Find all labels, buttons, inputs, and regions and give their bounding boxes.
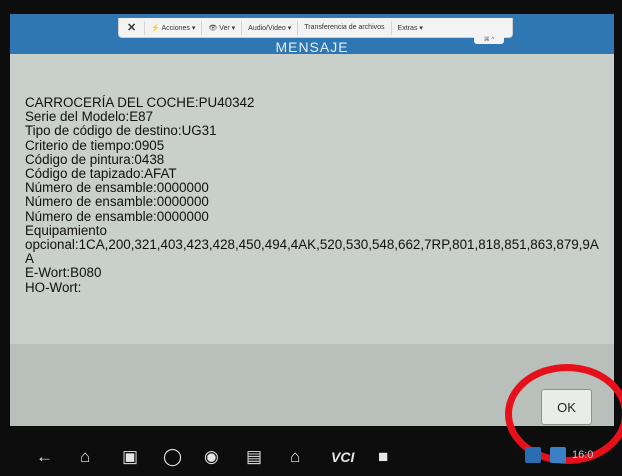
message-line: opcional:1CA,200,321,403,423,428,450,494… <box>25 237 599 267</box>
message-line: HO-Wort: <box>25 279 82 295</box>
toolbar-collapse-button[interactable]: ⌘ ^ <box>474 36 504 44</box>
home-icon[interactable]: ⌂ <box>80 447 90 467</box>
message-line: Criterio de tiempo:0905 <box>25 137 165 153</box>
clock: 16:0 <box>572 449 594 461</box>
message-line: Tipo de código de destino:UG31 <box>25 123 217 139</box>
chrome-icon[interactable]: ◯ <box>163 447 182 467</box>
screen-capture-icon[interactable]: ▤ <box>246 447 262 467</box>
message-line: E-Wort:B080 <box>25 265 102 281</box>
app-screen: MENSAJE CARROCERÍA DEL COCHE:PU40342 Ser… <box>10 14 614 426</box>
ver-menu[interactable]: 👁 Ver ▾ <box>202 20 243 35</box>
car-icon[interactable]: ■ <box>378 447 388 467</box>
camera-icon[interactable]: ◉ <box>204 447 219 467</box>
message-line: Número de ensamble:0000000 <box>25 194 209 210</box>
audio-video-menu[interactable]: Audio/Video ▾ <box>242 20 299 35</box>
extras-menu[interactable]: Extras ▾ <box>392 21 429 35</box>
dialog-button-bar <box>10 344 614 426</box>
message-lines: CARROCERÍA DEL COCHE:PU40342 Serie del M… <box>25 95 600 295</box>
message-line: Equipamiento <box>25 222 107 238</box>
message-line: Número de ensamble:0000000 <box>25 180 209 196</box>
message-line: Número de ensamble:0000000 <box>25 208 209 224</box>
message-line: Código de tapizado:AFAT <box>25 166 177 182</box>
message-content: CARROCERÍA DEL COCHE:PU40342 Serie del M… <box>10 54 614 344</box>
recent-apps-icon[interactable]: ▣ <box>122 447 138 467</box>
dialog-title: MENSAJE <box>275 39 349 55</box>
close-button[interactable]: ✕ <box>119 20 146 35</box>
garage-icon[interactable]: ⌂ <box>290 447 300 467</box>
vci-icon[interactable]: VCI <box>331 447 354 467</box>
ok-button[interactable]: OK <box>541 389 592 425</box>
back-arrow-icon[interactable]: ← <box>36 447 53 467</box>
file-transfer-button[interactable]: Transferencia de archivos <box>298 20 392 35</box>
acciones-menu[interactable]: ⚡ Acciones ▾ <box>145 20 203 35</box>
message-line: Código de pintura:0438 <box>25 151 165 167</box>
notification-icon <box>525 447 541 463</box>
message-line: CARROCERÍA DEL COCHE:PU40342 <box>25 95 255 110</box>
remote-toolbar: ✕ ⚡ Acciones ▾ 👁 Ver ▾ Audio/Video ▾ Tra… <box>118 18 513 38</box>
message-line: Serie del Modelo:E87 <box>25 109 154 125</box>
status-icon <box>550 447 566 463</box>
